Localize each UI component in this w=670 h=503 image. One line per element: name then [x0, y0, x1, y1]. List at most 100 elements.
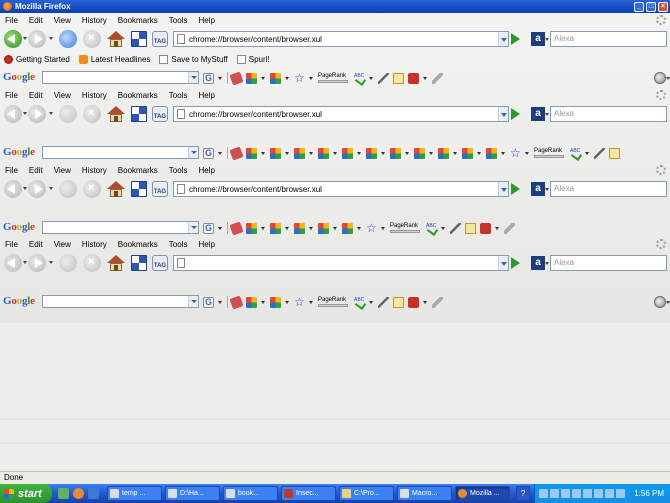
- task-button[interactable]: temp ...: [107, 486, 162, 501]
- chevron-down-icon[interactable]: [261, 151, 265, 155]
- page-content-area[interactable]: [0, 323, 670, 471]
- url-text[interactable]: chrome://browser/content/browser.xul: [189, 185, 498, 194]
- grid-icon[interactable]: [131, 255, 147, 271]
- menu-view[interactable]: View: [49, 240, 77, 249]
- highlight-pen-icon[interactable]: [432, 72, 443, 84]
- reload-button[interactable]: [59, 180, 77, 198]
- chevron-down-icon[interactable]: [261, 76, 265, 80]
- start-button[interactable]: start: [0, 484, 52, 503]
- window-title-bar[interactable]: Mozilla Firefox _ □ ×: [0, 0, 670, 13]
- google-search-dropdown-icon[interactable]: [188, 147, 198, 158]
- menu-view[interactable]: View: [49, 91, 77, 100]
- task-button[interactable]: C:\Pro...: [339, 486, 394, 501]
- task-button[interactable]: Insec...: [281, 486, 336, 501]
- chevron-down-icon[interactable]: [369, 300, 373, 304]
- back-button[interactable]: [4, 105, 22, 123]
- windows-icon[interactable]: [318, 222, 329, 234]
- stop-button[interactable]: ×: [83, 105, 101, 123]
- forward-button[interactable]: [28, 105, 46, 123]
- clock[interactable]: 1:56 PM: [634, 489, 664, 498]
- highlight-pen-icon[interactable]: [432, 296, 443, 308]
- go-button[interactable]: [511, 33, 520, 45]
- menu-file[interactable]: File: [0, 166, 24, 175]
- tag-icon[interactable]: TAG: [152, 31, 168, 47]
- menu-edit[interactable]: Edit: [24, 240, 49, 249]
- chevron-down-icon[interactable]: [453, 151, 457, 155]
- chevron-down-icon[interactable]: [666, 301, 670, 304]
- close-button[interactable]: ×: [658, 1, 668, 12]
- grid-icon[interactable]: [131, 181, 147, 197]
- windows-icon[interactable]: [318, 147, 329, 159]
- tray-icon[interactable]: [550, 489, 559, 498]
- tag-icon[interactable]: TAG: [152, 181, 168, 197]
- menu-history[interactable]: History: [77, 166, 113, 175]
- chevron-down-icon[interactable]: [429, 151, 433, 155]
- url-dropdown-button[interactable]: [498, 32, 508, 46]
- spellcheck-icon[interactable]: ABC: [354, 297, 365, 308]
- bookmark-spurl[interactable]: Spurl!: [236, 54, 270, 64]
- search-engine-dropdown-icon[interactable]: [545, 38, 549, 41]
- chevron-down-icon[interactable]: [525, 151, 529, 155]
- url-bar[interactable]: chrome://browser/content/browser.xul: [173, 181, 509, 197]
- google-search-button[interactable]: G: [203, 296, 214, 308]
- url-dropdown-button[interactable]: [498, 256, 508, 270]
- windows-icon[interactable]: [270, 222, 281, 234]
- chevron-down-icon[interactable]: [423, 300, 427, 304]
- chevron-down-icon[interactable]: [333, 151, 337, 155]
- autofill-wand-icon[interactable]: [450, 222, 461, 234]
- chevron-down-icon[interactable]: [357, 226, 361, 230]
- search-input[interactable]: Alexa: [550, 255, 667, 271]
- send-to-icon[interactable]: [408, 296, 419, 308]
- news-icon[interactable]: [229, 220, 244, 236]
- grid-icon[interactable]: [131, 106, 147, 122]
- menu-edit[interactable]: Edit: [24, 166, 49, 175]
- menu-tools[interactable]: Tools: [164, 166, 194, 175]
- google-search-input[interactable]: [42, 295, 199, 308]
- chevron-down-icon[interactable]: [381, 226, 385, 230]
- search-input[interactable]: Alexa: [550, 31, 667, 47]
- bookmark-save-to-mystuff[interactable]: Save to MyStuff: [159, 54, 228, 64]
- home-button[interactable]: [107, 105, 125, 123]
- windows-icon[interactable]: [390, 147, 401, 159]
- google-logo[interactable]: Google: [3, 295, 35, 307]
- chevron-down-icon[interactable]: [357, 151, 361, 155]
- windows-icon[interactable]: [366, 147, 377, 159]
- task-button[interactable]: Macro...: [397, 486, 452, 501]
- pagerank-meter[interactable]: PageRank: [318, 73, 348, 83]
- google-search-dropdown-icon[interactable]: [188, 72, 198, 83]
- home-button[interactable]: [107, 180, 125, 198]
- menu-help[interactable]: Help: [193, 16, 220, 25]
- bookmark-star-icon[interactable]: ☆: [366, 222, 377, 234]
- chevron-down-icon[interactable]: [285, 76, 289, 80]
- home-button[interactable]: [107, 30, 125, 48]
- google-search-button[interactable]: G: [203, 222, 214, 234]
- forward-dropdown-icon[interactable]: [49, 112, 53, 115]
- maximize-button[interactable]: □: [646, 1, 656, 12]
- tray-icon[interactable]: [583, 489, 592, 498]
- menu-file[interactable]: File: [0, 240, 24, 249]
- notebook-icon[interactable]: [465, 222, 476, 234]
- reload-button[interactable]: [59, 254, 77, 272]
- chevron-down-icon[interactable]: [405, 151, 409, 155]
- forward-button[interactable]: [28, 180, 46, 198]
- stop-button[interactable]: ×: [83, 30, 101, 48]
- chevron-down-icon[interactable]: [218, 76, 222, 80]
- chevron-down-icon[interactable]: [666, 77, 670, 80]
- bookmark-star-icon[interactable]: ☆: [294, 72, 305, 84]
- menu-edit[interactable]: Edit: [24, 16, 49, 25]
- menu-help[interactable]: Help: [193, 91, 220, 100]
- back-button[interactable]: [4, 254, 22, 272]
- spellcheck-icon[interactable]: ABC: [570, 148, 581, 159]
- news-icon[interactable]: [229, 145, 244, 161]
- forward-dropdown-icon[interactable]: [49, 187, 53, 190]
- chevron-down-icon[interactable]: [441, 226, 445, 230]
- notebook-icon[interactable]: [609, 147, 620, 159]
- go-button[interactable]: [511, 183, 520, 195]
- tray-icon[interactable]: [616, 489, 625, 498]
- autofill-wand-icon[interactable]: [594, 147, 605, 159]
- menu-bookmarks[interactable]: Bookmarks: [113, 166, 164, 175]
- go-button[interactable]: [511, 108, 520, 120]
- back-dropdown-icon[interactable]: [23, 112, 27, 115]
- chevron-down-icon[interactable]: [218, 300, 222, 304]
- search-engine-dropdown-icon[interactable]: [545, 262, 549, 265]
